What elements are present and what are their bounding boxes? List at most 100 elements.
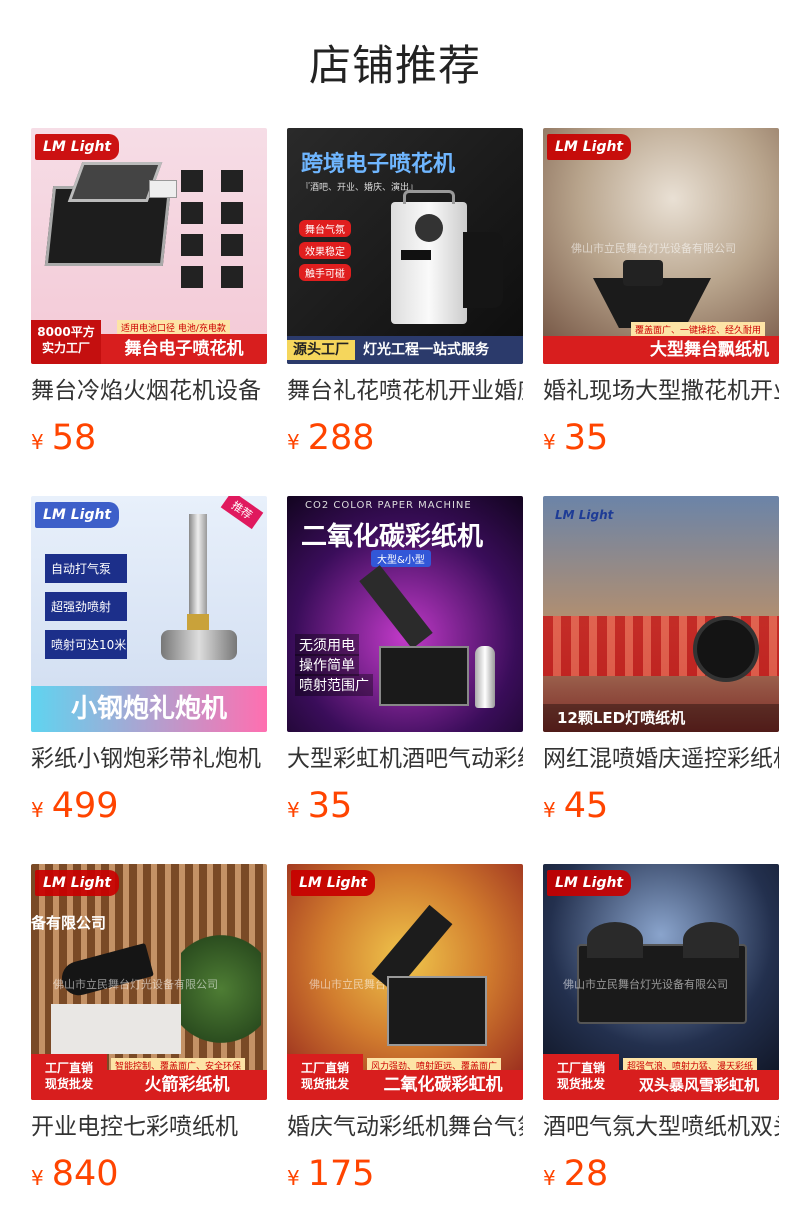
mini-machine-icon <box>221 266 243 288</box>
flight-case-icon <box>379 646 469 706</box>
feature-label: 操作简单 <box>295 654 359 676</box>
product-price: ¥288 <box>287 416 375 460</box>
product-card[interactable]: LM Light 佛山市立民舞台灯光设备有限公司 覆盖面广、一键操控、经久耐用 … <box>543 128 779 468</box>
watermark-text: 佛山市立民舞台灯光设备有限公司 <box>571 242 736 255</box>
confetti-tube-icon <box>359 565 433 649</box>
product-card[interactable]: LM Light 12颗LED灯喷纸机 网红混喷婚庆遥控彩纸机 ¥45 <box>543 496 779 836</box>
image-headline: 二氧化碳彩纸机 <box>301 522 484 552</box>
brand-logo: LM Light <box>35 502 120 528</box>
feature-tag: 效果稳定 <box>299 242 351 259</box>
image-banner: 大型舞台飘纸机 <box>543 336 779 364</box>
product-image[interactable]: LM Light 推荐 自动打气泵 超强劲喷射 喷射可达10米 小钢炮礼炮机 <box>31 496 267 732</box>
fan-vent-icon <box>415 214 443 242</box>
fan-vent-icon <box>587 922 643 958</box>
feature-tag: 触手可碰 <box>299 264 351 281</box>
mini-machine-icon <box>221 170 243 192</box>
image-banner: 双头暴风雪彩虹机 <box>619 1070 779 1100</box>
currency-symbol: ¥ <box>287 430 300 454</box>
product-card[interactable]: LM Light 佛山市立民舞台灯光设备有限公司 超强气浪、喷射力猛、漫天彩纸 … <box>543 864 779 1204</box>
price-value: 175 <box>307 1154 375 1194</box>
product-image[interactable]: 跨境电子喷花机 『酒吧、开业、婚庆、演出』 舞台气氛 效果稳定 触手可碰 源头工… <box>287 128 523 364</box>
mini-machine-icon <box>181 170 203 192</box>
corner-badge: 工厂直销 现货批发 <box>543 1054 619 1100</box>
product-name[interactable]: 酒吧气氛大型喷纸机双头 <box>543 1110 779 1144</box>
flight-case-icon <box>387 976 487 1046</box>
price-value: 45 <box>563 786 609 826</box>
product-image[interactable]: LM Light 12颗LED灯喷纸机 <box>543 496 779 732</box>
image-top-strip: 适用电池口径 电池/充电款 <box>117 320 230 335</box>
product-card[interactable]: LM Light 备有限公司 佛山市立民舞台灯光设备有限公司 智能控制、覆盖面广… <box>31 864 267 1204</box>
product-image[interactable]: LM Light 佛山市立民舞台灯光设备有限公司 超强气浪、喷射力猛、漫天彩纸 … <box>543 864 779 1100</box>
mini-machine-icon <box>181 234 203 256</box>
pedestal-icon <box>51 1004 181 1054</box>
brand-logo: LM Light <box>35 870 120 896</box>
feature-label: 喷射范围广 <box>295 674 373 696</box>
price-value: 28 <box>563 1154 609 1194</box>
product-image[interactable]: LM Light 适用电池口径 电池/充电款 8000平方 实力工厂 舞台电子喷… <box>31 128 267 364</box>
image-subline: 『酒吧、开业、婚庆、演出』 <box>301 183 419 193</box>
feature-label: 无须用电 <box>295 634 359 656</box>
product-name[interactable]: 婚礼现场大型撒花机开业 <box>543 374 779 408</box>
price-value: 499 <box>51 786 119 826</box>
product-name[interactable]: 大型彩虹机酒吧气动彩纸 <box>287 742 523 776</box>
product-price: ¥45 <box>543 784 608 828</box>
mini-machine-icon <box>181 202 203 224</box>
remote-control-icon <box>149 180 177 198</box>
product-image[interactable]: LM Light 佛山市立民舞台灯光设备有限公司 覆盖面广、一键操控、经久耐用 … <box>543 128 779 364</box>
price-value: 840 <box>51 1154 119 1194</box>
banner-left-label: 源头工厂 <box>287 340 355 360</box>
product-name[interactable]: 婚庆气动彩纸机舞台气氛 <box>287 1110 523 1144</box>
mini-machine-icon <box>181 266 203 288</box>
price-value: 35 <box>307 786 353 826</box>
brand-logo: LM Light <box>547 134 632 160</box>
product-price: ¥35 <box>287 784 352 828</box>
product-image[interactable]: LM Light 备有限公司 佛山市立民舞台灯光设备有限公司 智能控制、覆盖面广… <box>31 864 267 1100</box>
watermark-text: 佛山市立民舞台灯光设备有限公司 <box>53 978 218 991</box>
image-banner: 源头工厂 灯光工程一站式服务 <box>287 336 523 364</box>
banner-right-label: 灯光工程一站式服务 <box>363 342 489 358</box>
watermark-text: 佛山市立民舞台灯光设备有限公司 <box>563 978 728 991</box>
product-card[interactable]: 跨境电子喷花机 『酒吧、开业、婚庆、演出』 舞台气氛 效果稳定 触手可碰 源头工… <box>287 128 523 468</box>
currency-symbol: ¥ <box>31 1166 44 1190</box>
image-top-strip: 覆盖面广、一键操控、经久耐用 <box>631 322 766 337</box>
currency-symbol: ¥ <box>287 1166 300 1190</box>
currency-symbol: ¥ <box>31 798 44 822</box>
blower-head-icon <box>623 260 663 286</box>
co2-tank-icon <box>475 646 495 708</box>
wall-text: 备有限公司 <box>31 914 107 932</box>
fan-vent-icon <box>683 922 739 958</box>
corner-badge: 工厂直销 现货批发 <box>31 1054 107 1100</box>
product-name[interactable]: 网红混喷婚庆遥控彩纸机 <box>543 742 779 776</box>
brand-logo: LM Light <box>547 870 632 896</box>
product-card[interactable]: CO2 COLOR PAPER MACHINE 二氧化碳彩纸机 大型&小型 无须… <box>287 496 523 836</box>
image-banner: 12颗LED灯喷纸机 <box>543 704 779 732</box>
corner-tag: 推荐 <box>220 496 264 530</box>
currency-symbol: ¥ <box>543 430 556 454</box>
brand-logo: LM Light <box>555 508 614 522</box>
price-value: 58 <box>51 418 97 458</box>
product-name[interactable]: 开业电控七彩喷纸机 <box>31 1110 267 1144</box>
brand-logo: LM Light <box>291 870 376 896</box>
product-image[interactable]: LM Light 佛山市立民舞台灯光设备有限公司 风力强劲、喷射距远、覆盖面广 … <box>287 864 523 1100</box>
product-name[interactable]: 彩纸小钢炮彩带礼炮机 <box>31 742 267 776</box>
brand-logo: LM Light <box>35 134 120 160</box>
corner-badge: 工厂直销 现货批发 <box>287 1054 363 1100</box>
price-value: 288 <box>307 418 375 458</box>
display-panel-icon <box>401 250 431 260</box>
product-card[interactable]: LM Light 适用电池口径 电池/充电款 8000平方 实力工厂 舞台电子喷… <box>31 128 267 468</box>
corner-badge: 8000平方 实力工厂 <box>31 320 101 364</box>
currency-symbol: ¥ <box>543 798 556 822</box>
image-banner: 二氧化碳彩虹机 <box>363 1070 523 1100</box>
product-name[interactable]: 舞台礼花喷花机开业婚庆 <box>287 374 523 408</box>
product-card[interactable]: LM Light 佛山市立民舞台灯光设备有限公司 风力强劲、喷射距远、覆盖面广 … <box>287 864 523 1204</box>
product-card[interactable]: LM Light 推荐 自动打气泵 超强劲喷射 喷射可达10米 小钢炮礼炮机 彩… <box>31 496 267 836</box>
currency-symbol: ¥ <box>31 430 44 454</box>
product-price: ¥499 <box>31 784 119 828</box>
feature-label: 喷射可达10米 <box>45 630 127 659</box>
product-name[interactable]: 舞台冷焰火烟花机设备 <box>31 374 267 408</box>
image-headline: 跨境电子喷花机 <box>301 152 456 177</box>
mini-machine-icon <box>221 234 243 256</box>
product-price: ¥35 <box>543 416 608 460</box>
image-banner: 舞台电子喷花机 <box>101 334 267 364</box>
product-image[interactable]: CO2 COLOR PAPER MACHINE 二氧化碳彩纸机 大型&小型 无须… <box>287 496 523 732</box>
